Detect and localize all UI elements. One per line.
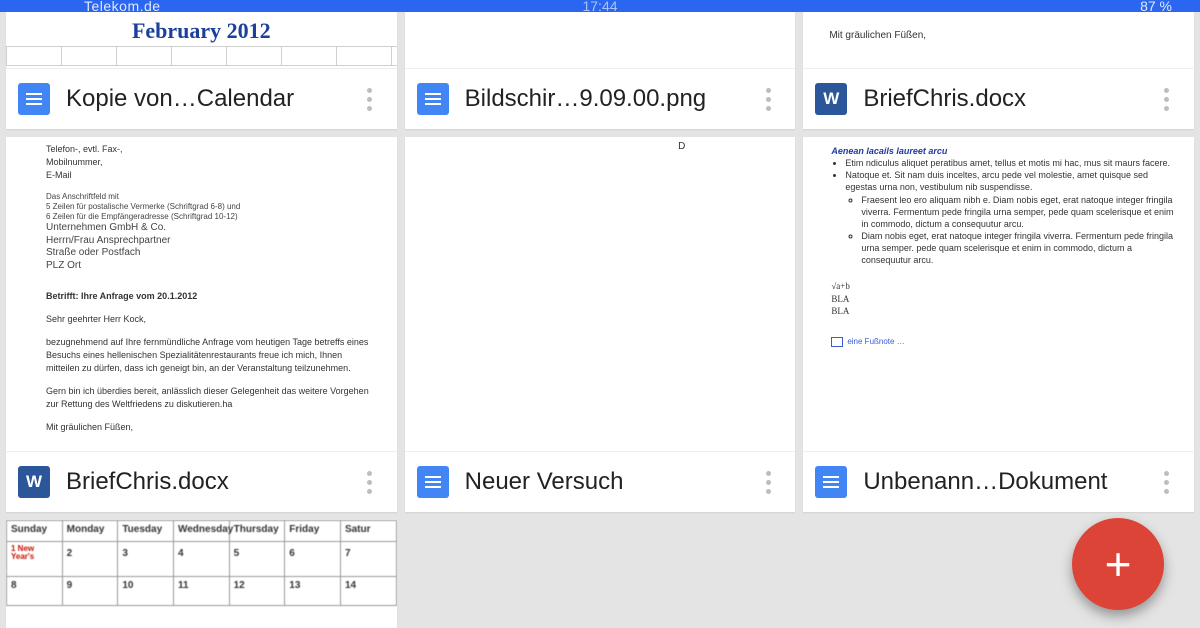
file-card[interactable]: D Neuer Versuch [405, 137, 796, 512]
file-preview: Sunday Monday Tuesday Wednesday Thursday… [6, 520, 397, 628]
more-button[interactable] [753, 77, 783, 121]
preview-text: Betrifft: Ihre Anfrage vom 20.1.2012 [46, 290, 377, 303]
preview-footnote: eine Fußnote … [831, 337, 1180, 348]
file-card[interactable]: Bildschir…9.09.00.png [405, 12, 796, 129]
file-title: BriefChris.docx [847, 85, 1152, 113]
file-card[interactable]: Mit gräulichen Füßen, BriefChris.docx [803, 12, 1194, 129]
file-footer: BriefChris.docx [803, 69, 1194, 129]
file-title: Unbenann…Dokument [847, 468, 1152, 496]
file-footer: Neuer Versuch [405, 452, 796, 512]
create-fab[interactable]: + [1072, 518, 1164, 610]
preview-text: Telefon-, evtl. Fax-,Mobilnummer,E-Mail [46, 143, 377, 182]
file-preview: Mit gräulichen Füßen, [803, 12, 1194, 69]
preview-text: Mit gräulichen Füßen, [803, 12, 1194, 41]
file-footer: Kopie von…Calendar [6, 69, 397, 129]
file-footer: Unbenann…Dokument [803, 452, 1194, 512]
more-button[interactable] [1152, 460, 1182, 504]
status-bar: Telekom.de 17:44 87 % [0, 0, 1200, 12]
more-button[interactable] [355, 77, 385, 121]
file-title: BriefChris.docx [50, 468, 355, 496]
file-title: Kopie von…Calendar [50, 85, 355, 113]
preview-text: D [405, 137, 796, 152]
file-preview: February 2012 [6, 12, 397, 69]
file-grid-row-3: Sunday Monday Tuesday Wednesday Thursday… [0, 520, 1200, 628]
preview-text: Sehr geehrter Herr Kock, [46, 313, 377, 326]
file-preview: Telefon-, evtl. Fax-,Mobilnummer,E-Mail … [6, 137, 397, 452]
file-footer: Bildschir…9.09.00.png [405, 69, 796, 129]
preview-list: Etim ndiculus aliquet peratibus amet, te… [831, 157, 1180, 266]
file-preview [405, 12, 796, 69]
file-preview: D [405, 137, 796, 452]
preview-text: bezugnehmend auf Ihre fernmündliche Anfr… [46, 336, 377, 375]
more-button[interactable] [355, 460, 385, 504]
preview-text: Das Anschriftfeld mit 5 Zeilen für posta… [46, 192, 377, 272]
file-card[interactable]: Telefon-, evtl. Fax-,Mobilnummer,E-Mail … [6, 137, 397, 512]
file-grid-row-1: February 2012 Kopie von…Calendar Bildsch… [0, 12, 1200, 129]
preview-text: Mit gräulichen Füßen, [46, 421, 377, 434]
word-icon [815, 83, 847, 115]
docs-icon [417, 83, 449, 115]
preview-math: √a+b BLA BLA [831, 280, 1180, 316]
file-grid-row-2: Telefon-, evtl. Fax-,Mobilnummer,E-Mail … [0, 137, 1200, 512]
file-preview: Aenean lacails laureet arcu Etim ndiculu… [803, 137, 1194, 452]
preview-heading: Aenean lacails laureet arcu [831, 145, 1180, 157]
file-footer: BriefChris.docx [6, 452, 397, 512]
preview-calendar-title: February 2012 [6, 12, 397, 46]
docs-icon [815, 466, 847, 498]
docs-icon [417, 466, 449, 498]
more-button[interactable] [1152, 77, 1182, 121]
file-title: Neuer Versuch [449, 468, 754, 496]
docs-icon [18, 83, 50, 115]
plus-icon: + [1105, 537, 1132, 591]
preview-calendar-table: Sunday Monday Tuesday Wednesday Thursday… [6, 520, 397, 606]
preview-text: Gern bin ich überdies bereit, anlässlich… [46, 385, 377, 411]
file-card[interactable]: Sunday Monday Tuesday Wednesday Thursday… [6, 520, 397, 628]
file-card[interactable]: February 2012 Kopie von…Calendar [6, 12, 397, 129]
more-button[interactable] [753, 460, 783, 504]
file-card[interactable]: Aenean lacails laureet arcu Etim ndiculu… [803, 137, 1194, 512]
file-title: Bildschir…9.09.00.png [449, 85, 754, 113]
preview-calendar-grid [6, 46, 397, 66]
word-icon [18, 466, 50, 498]
